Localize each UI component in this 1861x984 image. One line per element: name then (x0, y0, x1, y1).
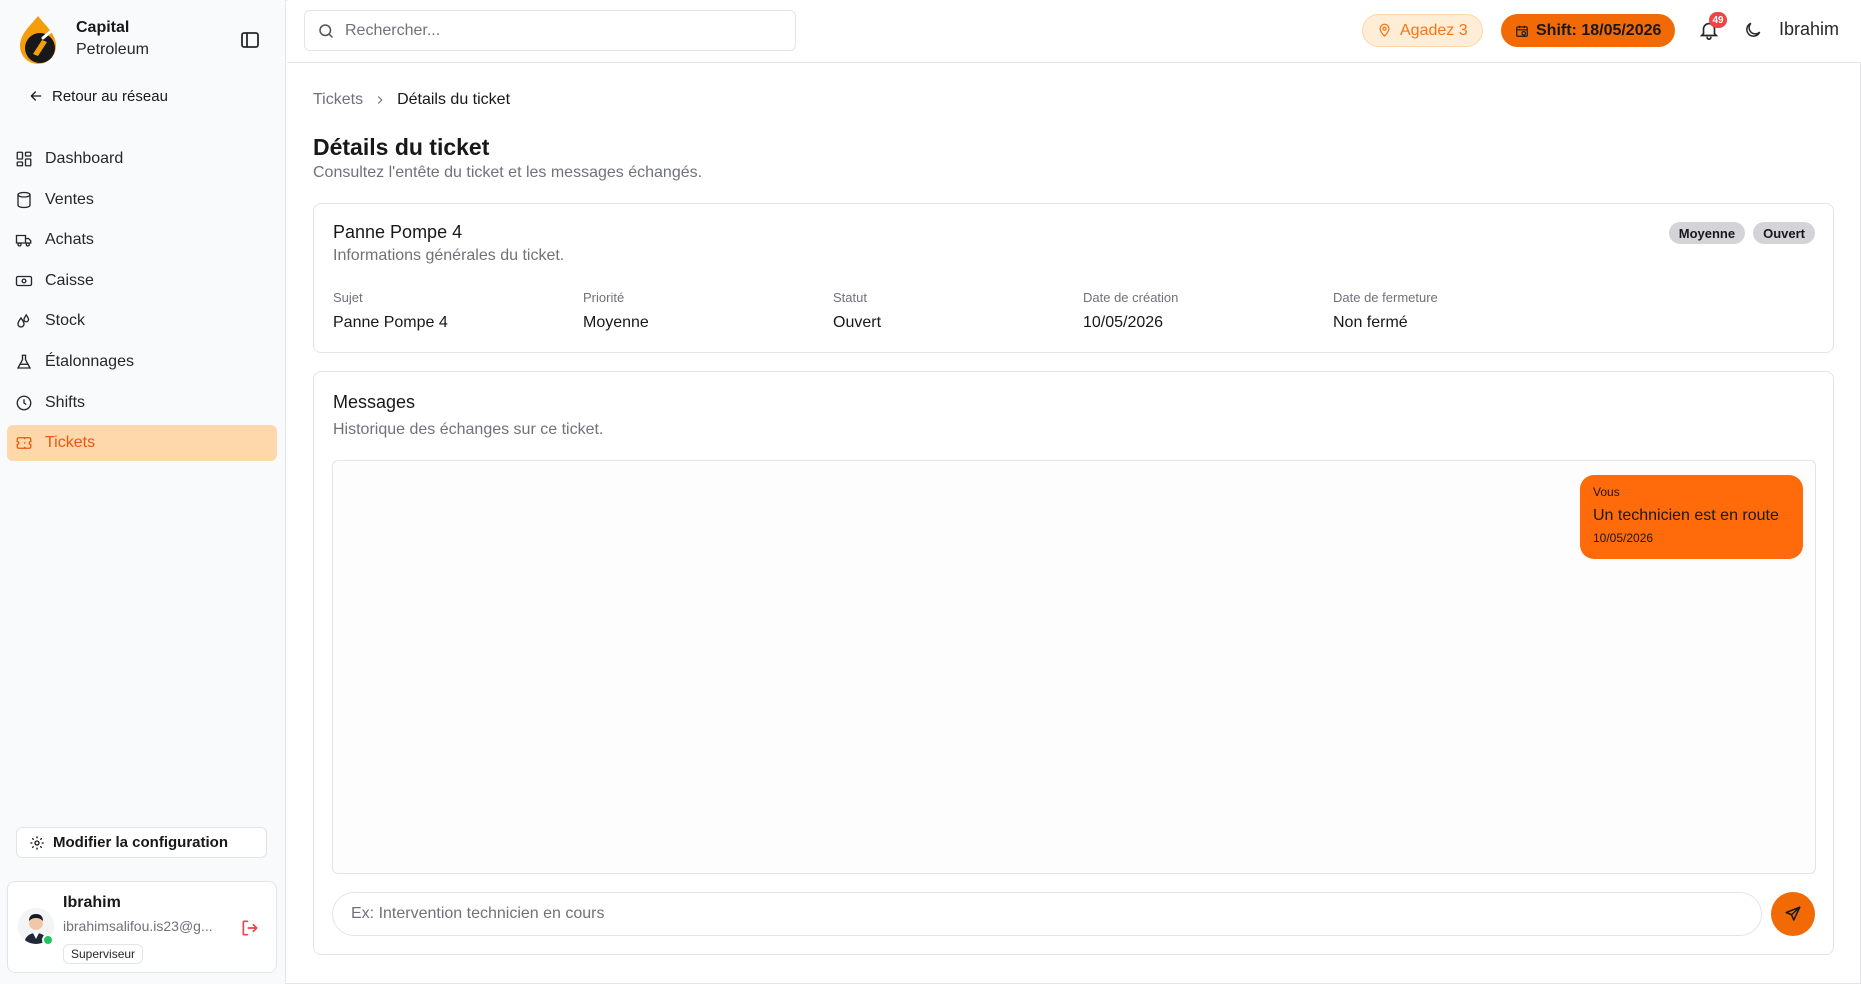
messages-title: Messages (333, 392, 416, 412)
sidebar-item-label: Dashboard (45, 150, 124, 167)
sidebar-item-label: Achats (45, 231, 94, 249)
message-input[interactable] (332, 892, 1762, 936)
sidebar-item-etalonnages[interactable]: Étalonnages (7, 344, 277, 380)
ticket-title: Panne Pompe 4 (333, 222, 463, 242)
banknote-icon (15, 275, 33, 286)
arrow-left-icon (30, 91, 42, 101)
topbar: Agadez 3 Shift: 18/05/2026 49 Ibrahim (287, 0, 1861, 63)
user-email: ibrahimsalifou.is23@g... (63, 918, 213, 934)
sidebar: Capital Petroleum Retour au réseau Dashb… (0, 0, 286, 984)
flask-icon (16, 354, 32, 369)
ticket-badges: Moyenne Ouvert (1668, 222, 1815, 244)
message-text: Un technicien est en route (1593, 507, 1779, 524)
droplets-icon (17, 314, 30, 328)
user-role-badge: Superviseur (63, 944, 144, 964)
breadcrumb-tickets-link[interactable]: Tickets (313, 91, 363, 109)
calendar-clock-icon (1516, 25, 1528, 37)
search-icon (319, 23, 333, 38)
sidebar-nav: Dashboard Ventes Achats Caisse Stock Éta… (7, 141, 277, 466)
config-button-label: Modifier la configuration (53, 834, 228, 851)
sidebar-item-tickets[interactable]: Tickets (7, 425, 277, 462)
map-pin-icon (1379, 23, 1390, 37)
field-label: Priorité (583, 290, 625, 305)
field-value: Ouvert (833, 314, 882, 331)
field-subject: Sujet Panne Pompe 4 (333, 290, 448, 332)
sidebar-item-label: Ventes (45, 190, 94, 208)
field-closed-date: Date de fermeture Non fermé (1333, 290, 1438, 332)
field-label: Sujet (333, 290, 363, 305)
sidebar-item-caisse[interactable]: Caisse (7, 263, 277, 299)
brand-subtitle: Petroleum (76, 41, 149, 58)
sidebar-item-label: Stock (45, 312, 86, 330)
truck-icon (15, 235, 32, 247)
sidebar-item-stock[interactable]: Stock (7, 303, 277, 339)
field-created-date: Date de création 10/05/2026 (1083, 290, 1178, 332)
sidebar-item-label: Étalonnages (45, 352, 134, 370)
field-label: Date de fermeture (1333, 290, 1438, 305)
ticket-info-card: Panne Pompe 4 Informations générales du … (313, 203, 1834, 353)
clock-icon (16, 395, 32, 410)
search-input[interactable] (345, 21, 785, 40)
ticket-subtitle: Informations générales du ticket. (333, 247, 565, 264)
status-badge: Ouvert (1753, 222, 1815, 244)
sidebar-item-label: Caisse (45, 271, 94, 289)
field-status: Statut Ouvert (833, 290, 881, 332)
station-selector[interactable]: Agadez 3 (1362, 14, 1483, 47)
sidebar-item-shifts[interactable]: Shifts (7, 385, 277, 421)
field-label: Date de création (1083, 290, 1179, 305)
back-to-network-link[interactable]: Retour au réseau (28, 84, 168, 108)
search-box[interactable] (304, 10, 796, 51)
sidebar-item-ventes[interactable]: Ventes (7, 182, 277, 218)
ticket-icon (16, 437, 32, 450)
send-button[interactable] (1771, 892, 1815, 936)
user-name: Ibrahim (63, 894, 121, 911)
send-icon (1785, 906, 1801, 921)
shift-label: Shift: 18/05/2026 (1536, 21, 1662, 39)
edit-configuration-button[interactable]: Modifier la configuration (16, 827, 267, 858)
brand[interactable]: Capital Petroleum (16, 14, 276, 66)
sidebar-item-dashboard[interactable]: Dashboard (7, 141, 277, 177)
logout-icon[interactable] (240, 918, 260, 938)
messages-subtitle: Historique des échanges sur ce ticket. (333, 421, 604, 438)
shift-badge[interactable]: Shift: 18/05/2026 (1501, 14, 1676, 47)
online-status-dot (42, 934, 54, 946)
field-label: Statut (833, 290, 867, 305)
sidebar-item-achats[interactable]: Achats (7, 222, 277, 258)
priority-badge: Moyenne (1668, 222, 1746, 244)
message-author: Vous (1593, 485, 1620, 499)
station-label: Agadez 3 (1400, 21, 1468, 39)
message-bubble: Vous Un technicien est en route 10/05/20… (1580, 475, 1803, 559)
dashboard-icon (16, 151, 32, 167)
message-thread[interactable]: Vous Un technicien est en route 10/05/20… (332, 460, 1816, 874)
breadcrumb-current: Détails du ticket (397, 91, 511, 108)
topbar-user-name[interactable]: Ibrahim (1779, 19, 1839, 40)
messages-card: Messages Historique des échanges sur ce … (313, 371, 1834, 955)
field-value: Moyenne (583, 314, 649, 331)
sidebar-item-label: Shifts (45, 393, 86, 411)
chevron-right-icon (377, 96, 383, 104)
message-date: 10/05/2026 (1593, 531, 1654, 545)
sidebar-item-label: Tickets (45, 434, 96, 452)
logo-icon (20, 16, 56, 64)
database-icon (17, 191, 31, 208)
field-value: Panne Pompe 4 (333, 314, 448, 331)
notification-count-badge: 49 (1709, 12, 1727, 28)
field-value: 10/05/2026 (1083, 314, 1164, 331)
field-value: Non fermé (1333, 314, 1408, 331)
user-card: Ibrahim ibrahimsalifou.is23@g... Supervi… (7, 881, 277, 973)
page-subtitle: Consultez l'entête du ticket et les mess… (313, 164, 703, 181)
moon-icon[interactable] (1743, 20, 1763, 40)
field-priority: Priorité Moyenne (583, 290, 649, 332)
gear-icon (30, 835, 44, 850)
page-title: Détails du ticket (313, 134, 490, 160)
breadcrumb: Tickets Détails du ticket (313, 91, 510, 109)
brand-name: Capital (76, 19, 130, 36)
sidebar-toggle-icon[interactable] (238, 28, 262, 52)
back-link-label: Retour au réseau (52, 87, 168, 105)
